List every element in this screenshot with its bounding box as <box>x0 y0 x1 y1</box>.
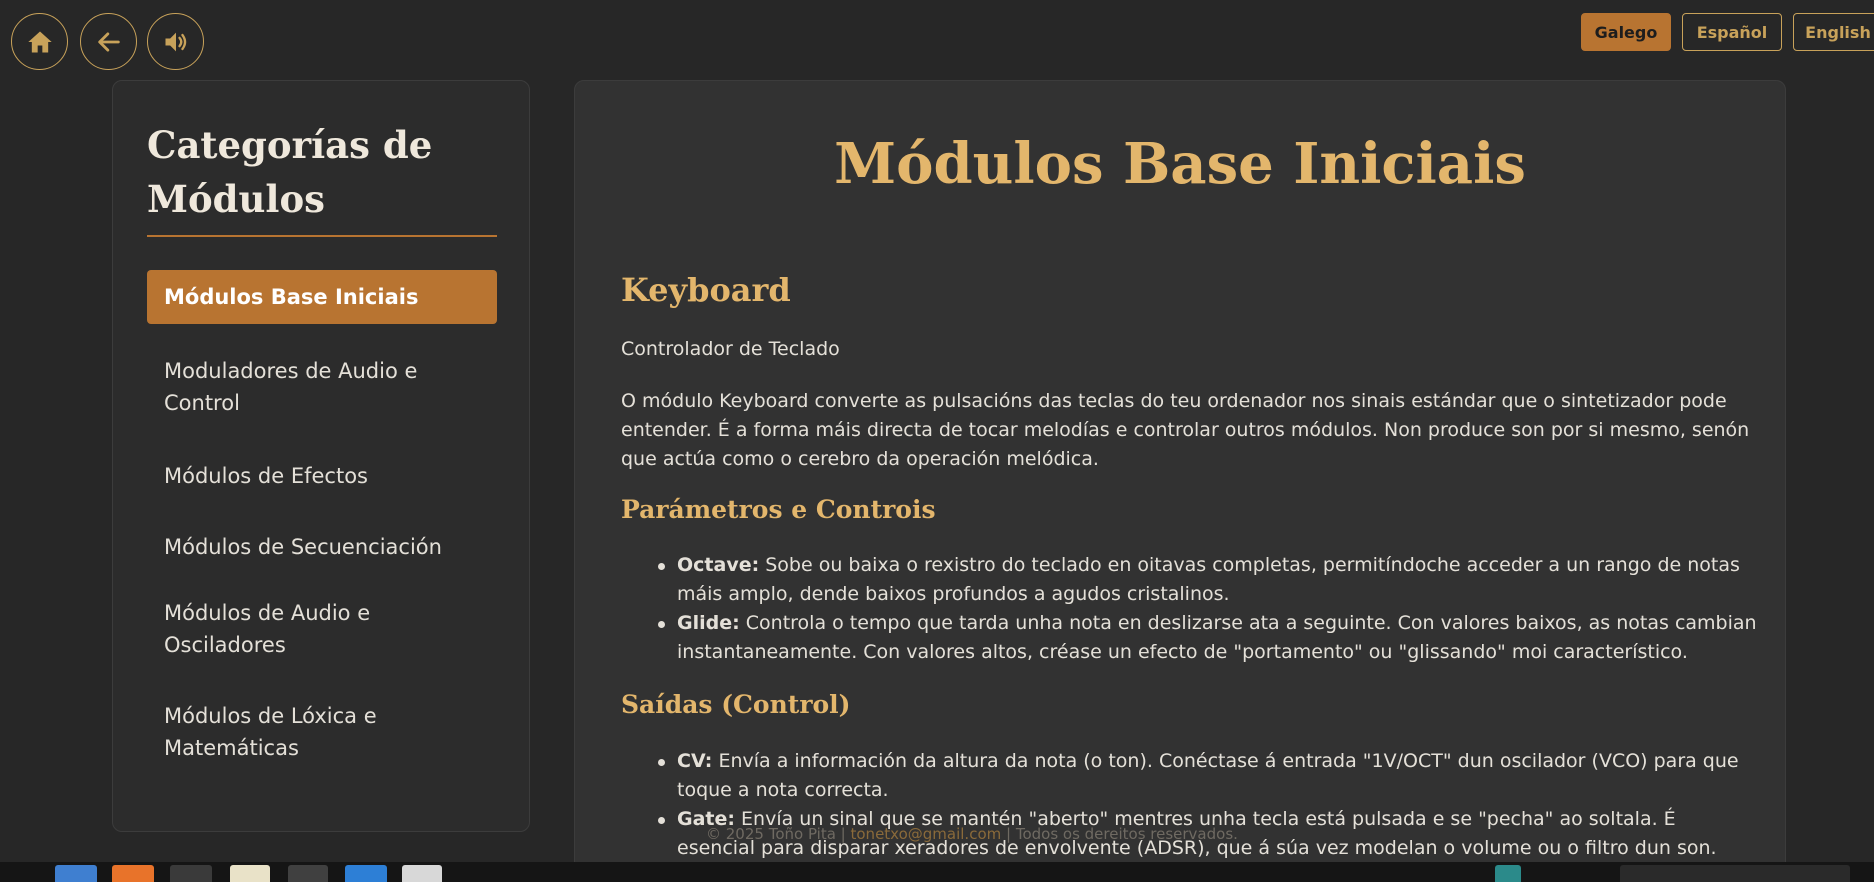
tray-icon[interactable] <box>1495 865 1521 882</box>
output-text: Envía a información da altura da nota (o… <box>677 750 1739 801</box>
module-description: O módulo Keyboard converte as pulsacións… <box>621 390 1750 470</box>
arrow-left-icon <box>97 31 120 52</box>
footer: © 2025 Toño Pita | tonetxo@gmail.com | T… <box>706 825 1238 843</box>
main-content-panel: Módulos Base Iniciais Keyboard Controlad… <box>574 80 1786 882</box>
module-subtitle: Controlador de Teclado <box>621 338 840 360</box>
footer-rights: | Todos os dereitos reservados. <box>1001 825 1238 843</box>
sidebar-item-effects[interactable]: Módulos de Efectos <box>147 456 497 496</box>
sidebar-item-logic-math[interactable]: Módulos de Lóxica e Matemáticas <box>147 699 497 765</box>
shield-icon[interactable] <box>402 865 442 882</box>
params-heading: Parámetros e Controis <box>621 495 936 524</box>
sidebar-item-modulators[interactable]: Moduladores de Audio e Control <box>147 354 497 420</box>
sidebar-item-base-modules[interactable]: Módulos Base Iniciais <box>147 270 497 324</box>
category-sidebar: Categorías de Módulos Módulos Base Inici… <box>112 80 530 832</box>
param-text: Sobe ou baixa o rexistro do teclado en o… <box>677 554 1740 605</box>
app-icon[interactable] <box>288 865 328 882</box>
module-name-heading: Keyboard <box>621 271 791 309</box>
home-icon <box>27 31 52 52</box>
outputs-heading: Saídas (Control) <box>621 690 851 719</box>
system-tray[interactable] <box>1620 865 1850 882</box>
os-taskbar <box>0 862 1874 882</box>
footer-email-link[interactable]: tonetxo@gmail.com <box>851 825 1002 843</box>
lang-espanol-button[interactable]: Español <box>1682 13 1782 51</box>
list-item: Glide: Controla o tempo que tarda unha n… <box>658 609 1757 667</box>
param-text: Controla o tempo que tarda unha nota en … <box>677 612 1757 663</box>
list-item: CV: Envía a información da altura da not… <box>658 747 1757 805</box>
page-title: Módulos Base Iniciais <box>834 131 1526 197</box>
footer-copyright: © 2025 Toño Pita | <box>706 825 851 843</box>
param-name: Glide: <box>677 612 740 634</box>
back-button[interactable] <box>80 13 137 70</box>
vscode-icon[interactable] <box>345 865 387 882</box>
sidebar-title: Categorías de Módulos <box>147 123 433 221</box>
param-name: Octave: <box>677 554 760 576</box>
app-icon[interactable] <box>230 865 270 882</box>
sidebar-item-sequencing[interactable]: Módulos de Secuenciación <box>147 527 497 567</box>
lang-english-button[interactable]: English <box>1793 13 1874 51</box>
sidebar-item-oscillators[interactable]: Módulos de Audio e Osciladores <box>147 596 497 662</box>
firefox-icon[interactable] <box>112 865 154 882</box>
sidebar-divider <box>147 235 497 237</box>
files-icon[interactable] <box>55 865 97 882</box>
outputs-list: CV: Envía a información da altura da not… <box>658 747 1757 863</box>
terminal-icon[interactable] <box>170 865 212 882</box>
sound-button[interactable] <box>147 13 204 70</box>
lang-galego-button[interactable]: Galego <box>1581 13 1671 51</box>
speaker-icon <box>165 32 186 51</box>
params-list: Octave: Sobe ou baixa o rexistro do tecl… <box>658 551 1757 667</box>
list-item: Octave: Sobe ou baixa o rexistro do tecl… <box>658 551 1757 609</box>
home-button[interactable] <box>11 13 68 70</box>
output-name: CV: <box>677 750 713 772</box>
